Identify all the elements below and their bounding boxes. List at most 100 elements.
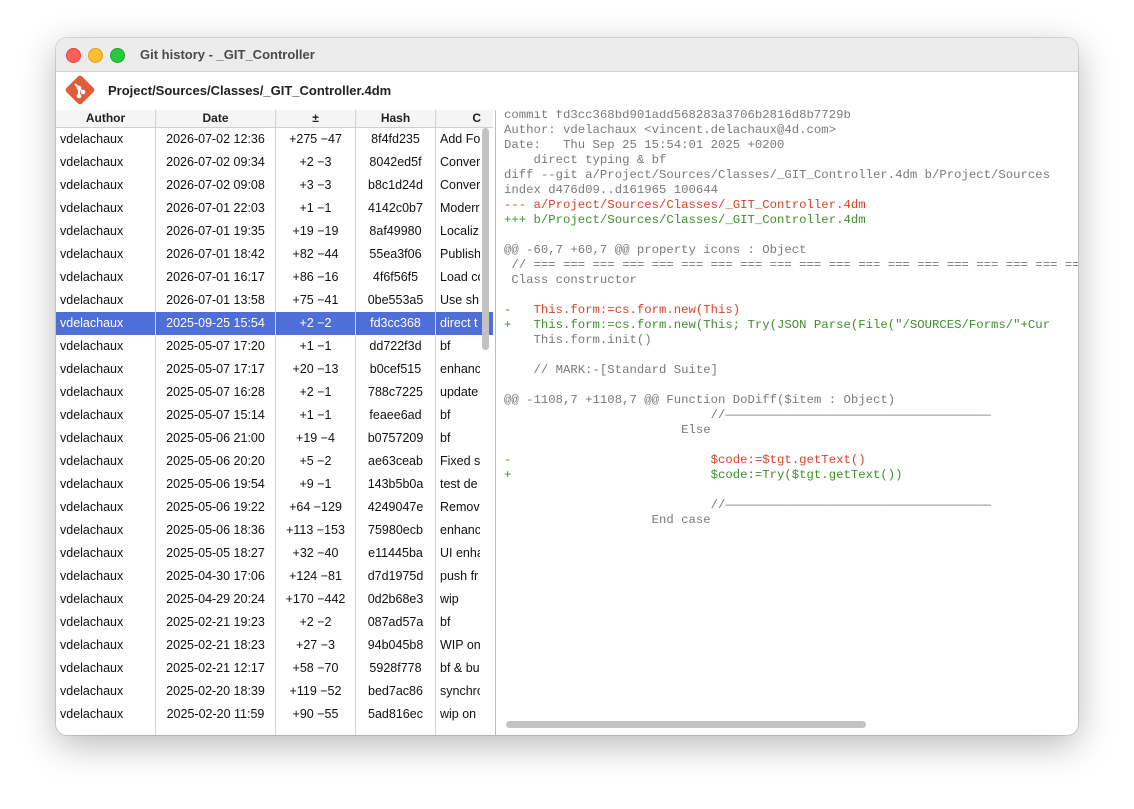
commit-list-scrollbar[interactable] xyxy=(482,128,489,350)
diff-line-ctx: // === === === === === === === === === =… xyxy=(504,258,1078,272)
zoom-button[interactable] xyxy=(110,48,125,63)
column-header-date[interactable]: Date xyxy=(156,110,276,127)
commit-author: vdelachaux xyxy=(60,707,124,721)
column-divider xyxy=(155,128,156,735)
commit-list[interactable]: Author Date ± Hash C vdelachaux 2026-07-0… xyxy=(56,110,493,735)
commit-hash: b0757209 xyxy=(367,431,424,445)
diff-line-meta: index d476d09..d161965 100644 xyxy=(504,183,719,197)
commit-date: 2025-05-06 18:36 xyxy=(166,523,265,537)
commit-message: direct t xyxy=(440,316,478,330)
diff-line-ctx: Else xyxy=(504,423,711,437)
commit-hash: e11445ba xyxy=(368,546,423,560)
commit-date: 2026-07-02 09:34 xyxy=(166,155,265,169)
commit-hash: d7d1975d xyxy=(367,569,424,583)
commit-date: 2026-07-01 16:17 xyxy=(166,270,265,284)
commit-author: vdelachaux xyxy=(60,201,124,215)
commit-diff-stat: +75 −41 xyxy=(292,293,339,307)
commit-author: vdelachaux xyxy=(60,661,124,675)
commit-diff-stat: +19 −19 xyxy=(292,224,339,238)
commit-author: vdelachaux xyxy=(60,523,124,537)
column-divider xyxy=(435,128,436,735)
commit-message: Moderr xyxy=(440,201,480,215)
commit-author: vdelachaux xyxy=(60,293,124,307)
commit-author: vdelachaux xyxy=(60,684,124,698)
commit-message: Load co xyxy=(440,270,480,284)
diff-horizontal-scrollbar[interactable] xyxy=(506,721,866,728)
commit-diff-stat: +32 −40 xyxy=(292,546,339,560)
commit-date: 2025-02-20 18:39 xyxy=(166,684,265,698)
diff-line-meta: Author: vdelachaux <vincent.delachaux@4d… xyxy=(504,123,837,137)
commit-date: 2025-02-21 18:23 xyxy=(166,638,265,652)
commit-message: bf xyxy=(440,615,451,629)
commit-diff-stat: +3 −3 xyxy=(299,178,332,192)
commit-date: 2025-05-07 15:14 xyxy=(166,408,265,422)
diff-line-ctx: //———————————————————————————————————— xyxy=(504,408,992,422)
commit-date: 2026-07-02 12:36 xyxy=(166,132,265,146)
commit-date: 2025-05-07 16:28 xyxy=(166,385,265,399)
column-header-diff[interactable]: ± xyxy=(276,110,356,127)
commit-author: vdelachaux xyxy=(60,408,124,422)
minimize-button[interactable] xyxy=(88,48,103,63)
path-bar: Project/Sources/Classes/_GIT_Controller.… xyxy=(56,72,1078,110)
diff-viewer[interactable]: commit fd3cc368bd901add568283a3706b2816d… xyxy=(496,110,1078,735)
commit-diff-stat: +124 −81 xyxy=(289,569,342,583)
commit-date: 2025-02-20 11:59 xyxy=(166,707,265,721)
commit-message: synchro xyxy=(440,684,480,698)
commit-author: vdelachaux xyxy=(60,500,124,514)
commit-diff-stat: +9 −1 xyxy=(299,477,332,491)
column-header-comment[interactable]: C xyxy=(436,110,493,127)
commit-date: 2025-09-25 15:54 xyxy=(166,316,265,330)
commit-message: enhanc xyxy=(440,362,480,376)
commit-hash: b0cef515 xyxy=(369,362,422,376)
commit-date: 2026-07-01 18:42 xyxy=(166,247,265,261)
commit-author: vdelachaux xyxy=(60,339,124,353)
commit-author: vdelachaux xyxy=(60,569,124,583)
diff-line-del: --- a/Project/Sources/Classes/_GIT_Contr… xyxy=(504,198,866,212)
commit-message: Fixed s xyxy=(440,454,480,468)
commit-hash: 4249047e xyxy=(367,500,424,514)
commit-hash: ae63ceab xyxy=(368,454,423,468)
commit-diff-stat: +119 −52 xyxy=(289,684,342,698)
commit-diff-stat: +82 −44 xyxy=(292,247,339,261)
diff-line-meta: direct typing & bf xyxy=(504,153,667,167)
commit-message: bf xyxy=(440,431,451,445)
commit-diff-stat: +113 −153 xyxy=(286,523,345,537)
commit-hash: 8af49980 xyxy=(369,224,422,238)
commit-message: Remov xyxy=(440,500,480,514)
commit-date: 2026-07-01 22:03 xyxy=(166,201,265,215)
commit-diff-stat: +1 −1 xyxy=(299,201,332,215)
title-bar: Git history - _GIT_Controller xyxy=(56,38,1078,72)
commit-message: Conver xyxy=(440,155,480,169)
commit-diff-stat: +27 −3 xyxy=(296,638,335,652)
commit-date: 2026-07-01 19:35 xyxy=(166,224,265,238)
commit-diff-stat: +20 −13 xyxy=(292,362,339,376)
commit-hash: 087ad57a xyxy=(367,615,424,629)
commit-diff-stat: +2 −2 xyxy=(299,316,332,330)
commit-author: vdelachaux xyxy=(60,270,124,284)
commit-diff-stat: +1 −1 xyxy=(299,408,332,422)
commit-hash: bed7ac86 xyxy=(368,684,423,698)
column-header-hash[interactable]: Hash xyxy=(356,110,436,127)
diff-line-meta: @@ -1108,7 +1108,7 @@ Function DoDiff($i… xyxy=(504,393,896,407)
close-button[interactable] xyxy=(66,48,81,63)
diff-line-ctx xyxy=(504,438,1078,453)
commit-diff-stat: +2 −2 xyxy=(299,615,332,629)
commit-message: push fr xyxy=(440,569,479,583)
diff-text: commit fd3cc368bd901add568283a3706b2816d… xyxy=(504,110,1078,528)
commit-hash: 4f6f56f5 xyxy=(372,270,419,284)
commit-hash: 788c7225 xyxy=(368,385,423,399)
commit-diff-stat: +2 −3 xyxy=(299,155,332,169)
commit-date: 2025-05-06 19:22 xyxy=(166,500,265,514)
diff-line-ctx xyxy=(504,483,1078,498)
commit-hash: fd3cc368 xyxy=(370,316,421,330)
commit-author: vdelachaux xyxy=(60,362,124,376)
commit-diff-stat: +275 −47 xyxy=(289,132,342,146)
diff-line-ctx: End case xyxy=(504,513,711,527)
commit-diff-stat: +1 −1 xyxy=(299,339,332,353)
commit-author: vdelachaux xyxy=(60,247,124,261)
commit-message: wip xyxy=(440,592,459,606)
column-header-author[interactable]: Author xyxy=(56,110,156,127)
commit-message: enhanc xyxy=(440,523,480,537)
commit-diff-stat: +86 −16 xyxy=(292,270,339,284)
diff-line-ctx xyxy=(504,378,1078,393)
